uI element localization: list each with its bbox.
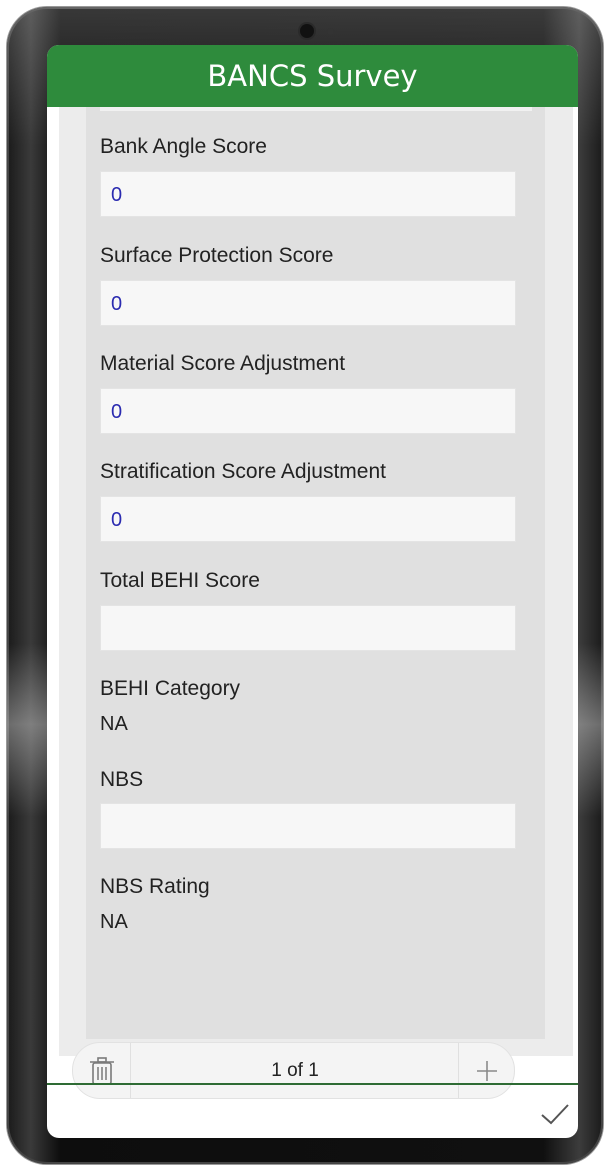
checkmark-icon bbox=[541, 1104, 569, 1125]
stratification-adjust-input[interactable]: 0 bbox=[100, 496, 516, 542]
app-screen: BANCS Survey Bank Angle Score 0 Surface … bbox=[47, 45, 578, 1138]
surface-protection-input[interactable]: 0 bbox=[100, 280, 516, 326]
form-scroll-area[interactable]: Bank Angle Score 0 Surface Protection Sc… bbox=[59, 107, 573, 1099]
record-pager: 1 of 1 bbox=[72, 1042, 515, 1099]
delete-record-button[interactable] bbox=[73, 1043, 131, 1098]
nbs-input[interactable] bbox=[100, 803, 516, 849]
add-record-button[interactable] bbox=[458, 1043, 514, 1098]
record-count: 1 of 1 bbox=[271, 1059, 319, 1081]
material-adjust-label: Material Score Adjustment bbox=[100, 352, 346, 375]
footer-divider bbox=[47, 1083, 578, 1085]
nbs-label: NBS bbox=[100, 768, 144, 791]
total-behi-label: Total BEHI Score bbox=[100, 569, 260, 592]
stratification-adjust-label: Stratification Score Adjustment bbox=[100, 460, 386, 483]
repeat-group: Bank Angle Score 0 Surface Protection Sc… bbox=[86, 107, 545, 1039]
device-frame: BANCS Survey Bank Angle Score 0 Surface … bbox=[7, 7, 603, 1164]
surface-protection-label: Surface Protection Score bbox=[100, 244, 334, 267]
plus-icon bbox=[476, 1060, 497, 1081]
total-behi-input[interactable] bbox=[100, 605, 516, 651]
behi-category-value: NA bbox=[100, 713, 128, 735]
front-camera bbox=[300, 24, 314, 38]
bank-angle-label: Bank Angle Score bbox=[100, 135, 267, 158]
camera-sensor bbox=[327, 28, 334, 35]
material-adjust-input[interactable]: 0 bbox=[100, 388, 516, 434]
trash-icon bbox=[89, 1056, 114, 1085]
bank-angle-input[interactable]: 0 bbox=[100, 171, 516, 217]
app-header: BANCS Survey bbox=[47, 45, 578, 107]
nbs-rating-label: NBS Rating bbox=[100, 875, 210, 898]
behi-category-label: BEHI Category bbox=[100, 677, 241, 700]
submit-button[interactable] bbox=[538, 1099, 572, 1129]
page-title: BANCS Survey bbox=[207, 59, 418, 93]
previous-field-edge bbox=[100, 107, 532, 111]
nbs-rating-value: NA bbox=[100, 911, 128, 933]
